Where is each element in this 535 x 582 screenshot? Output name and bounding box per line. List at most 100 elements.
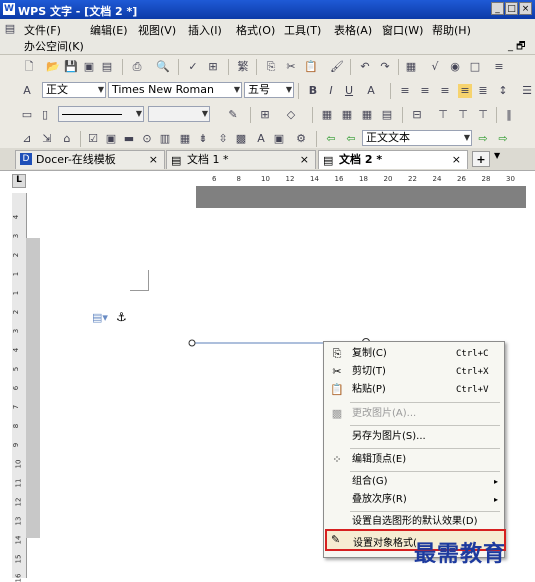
menu-insert[interactable]: 插入(I) xyxy=(188,22,222,38)
pdf-icon[interactable]: ▤ xyxy=(100,60,114,74)
menu-file[interactable]: 文件(F) xyxy=(24,22,61,38)
formula-icon[interactable]: √ xyxy=(428,60,442,74)
tab-stop-selector[interactable]: L xyxy=(12,174,26,188)
save-icon[interactable]: 💾 xyxy=(64,60,78,74)
align-left-icon[interactable]: ≡ xyxy=(398,84,412,98)
doc-menu-icon[interactable]: ▤ xyxy=(3,22,17,36)
menu-edit-points[interactable]: ⁘ 编辑顶点(E) xyxy=(324,451,504,469)
copy-toolbar-icon[interactable]: ⎘ xyxy=(264,60,278,74)
arrow-left-icon[interactable]: ⇦ xyxy=(324,132,338,146)
frame-icon[interactable]: □ xyxy=(468,60,482,74)
new-icon[interactable]: 🗋 xyxy=(22,60,36,74)
combobox-icon[interactable]: ▣ xyxy=(104,132,118,146)
line-spacing-icon[interactable]: ↕ xyxy=(496,84,510,98)
properties-icon[interactable]: ⚙ xyxy=(294,132,308,146)
font-size-combo[interactable]: 五号 ▼ xyxy=(244,82,294,98)
menu-paste[interactable]: 📋 粘贴(P) Ctrl+V xyxy=(324,381,504,399)
menu-copy[interactable]: ⎘ 复制(C) Ctrl+C xyxy=(324,345,504,363)
menu-help[interactable]: 帮助(H) xyxy=(432,22,471,38)
grid-tool-icon[interactable]: ▦ xyxy=(178,132,192,146)
line-color-icon[interactable]: ✎ xyxy=(226,108,240,122)
textbox-icon[interactable]: ▭ xyxy=(20,108,34,122)
table-grid4-icon[interactable]: ▤ xyxy=(380,108,394,122)
distribute-icon[interactable]: ≣ xyxy=(476,84,490,98)
italic-icon[interactable]: I xyxy=(324,84,338,98)
cols-icon[interactable]: ‖ xyxy=(502,108,516,122)
image-tool-icon[interactable]: ▩ xyxy=(234,132,248,146)
style-combo[interactable]: 正文 ▼ xyxy=(42,82,106,98)
format-painter-icon[interactable]: 🖌 xyxy=(330,60,344,74)
picture-icon[interactable]: ◉ xyxy=(448,60,462,74)
font-combo[interactable]: Times New Roman ▼ xyxy=(108,82,242,98)
redo-icon[interactable]: ↷ xyxy=(378,60,392,74)
arrow-left2-icon[interactable]: ⇦ xyxy=(344,132,358,146)
menu-window[interactable]: 窗口(W) xyxy=(382,22,423,38)
radio-icon[interactable]: ⊙ xyxy=(140,132,154,146)
label-tool-icon[interactable]: A xyxy=(254,132,268,146)
merge-icon[interactable]: ⊟ xyxy=(410,108,424,122)
underline-icon[interactable]: U xyxy=(342,84,356,98)
menu-group[interactable]: 组合(G) ▸ xyxy=(324,473,504,491)
scroll-icon[interactable]: ⇳ xyxy=(216,132,230,146)
close-button[interactable]: × xyxy=(519,2,532,15)
bold-icon[interactable]: B xyxy=(306,84,320,98)
line-shape[interactable] xyxy=(188,337,328,349)
edit-box-icon[interactable]: ▬ xyxy=(122,132,136,146)
close-tab-icon[interactable]: × xyxy=(452,151,461,169)
minimize-button[interactable]: _ xyxy=(491,2,504,15)
font-color-icon[interactable]: A xyxy=(364,84,378,98)
fill-icon[interactable]: ◇ xyxy=(284,108,298,122)
menu-table[interactable]: 表格(A) xyxy=(334,22,372,38)
comment-icon[interactable]: ⌂ xyxy=(60,132,74,146)
traditional-icon[interactable]: 繁 xyxy=(236,60,250,74)
menu-edit[interactable]: 编辑(E) xyxy=(90,22,128,38)
cut-toolbar-icon[interactable]: ✂ xyxy=(284,60,298,74)
split2-icon[interactable]: ⊤ xyxy=(456,108,470,122)
format-icon[interactable]: ⊞ xyxy=(206,60,220,74)
close-tab-icon[interactable]: × xyxy=(300,151,309,169)
table-grid3-icon[interactable]: ▦ xyxy=(360,108,374,122)
print-preview-icon[interactable]: 🔍 xyxy=(156,60,170,74)
save-as-icon[interactable]: ▣ xyxy=(82,60,96,74)
menu-cut[interactable]: ✂ 剪切(T) Ctrl+X xyxy=(324,363,504,381)
line-weight-combo[interactable]: ▼ xyxy=(148,106,210,122)
anchor-icon[interactable]: ⚓ xyxy=(116,310,127,324)
tab-list-icon[interactable]: ▼ xyxy=(494,151,500,160)
line-style-combo[interactable]: ▼ xyxy=(58,106,144,122)
mdi-window-buttons[interactable]: _ 🗗 xyxy=(508,39,526,56)
paste-options-icon[interactable]: ▤▾ xyxy=(92,311,108,324)
vertical-ruler[interactable]: 4 3 2 1 1 2 3 4 5 6 7 8 9 10 11 12 13 14 15 16 xyxy=(12,193,27,582)
table-icon[interactable]: ▦ xyxy=(404,60,418,74)
listbox-icon[interactable]: ▥ xyxy=(158,132,172,146)
table-grid-icon[interactable]: ▦ xyxy=(320,108,334,122)
new-tab-button[interactable]: + xyxy=(472,151,490,167)
checkbox-icon[interactable]: ☑ xyxy=(86,132,100,146)
align-center-icon[interactable]: ≡ xyxy=(418,84,432,98)
border-icon[interactable]: ⊞ xyxy=(258,108,272,122)
split3-icon[interactable]: ⊤ xyxy=(476,108,490,122)
split-icon[interactable]: ⊤ xyxy=(436,108,450,122)
arrow-right-icon[interactable]: ⇨ xyxy=(476,132,490,146)
menu-save-as-picture[interactable]: 另存为图片(S)... xyxy=(324,428,504,446)
text-style-combo[interactable]: 正文文本 ▼ xyxy=(362,130,472,146)
undo-icon[interactable]: ↶ xyxy=(358,60,372,74)
print-icon[interactable]: ⎙ xyxy=(130,60,144,74)
paste-toolbar-icon[interactable]: 📋 xyxy=(304,60,318,74)
arrow-right2-icon[interactable]: ⇨ xyxy=(496,132,510,146)
menu-office-space[interactable]: 办公空间(K) xyxy=(24,38,84,54)
menu-format[interactable]: 格式(O) xyxy=(236,22,275,38)
bullets-icon[interactable]: ☰ xyxy=(520,84,534,98)
menu-tools[interactable]: 工具(T) xyxy=(284,22,321,38)
menu-order[interactable]: 叠放次序(R) ▸ xyxy=(324,491,504,509)
link-icon[interactable]: ⇲ xyxy=(40,132,54,146)
columns-icon[interactable]: ≡ xyxy=(492,60,506,74)
restore-button[interactable]: □ xyxy=(505,2,518,15)
align-right-icon[interactable]: ≡ xyxy=(438,84,452,98)
spell-icon[interactable]: ✓ xyxy=(186,60,200,74)
tab-doc2[interactable]: ▤ 文档 2 * × xyxy=(318,150,468,169)
table-grid2-icon[interactable]: ▦ xyxy=(340,108,354,122)
spin-icon[interactable]: ⇟ xyxy=(196,132,210,146)
frame-tool-icon[interactable]: ▯ xyxy=(38,108,52,122)
close-tab-icon[interactable]: × xyxy=(149,151,158,169)
frame2-icon[interactable]: ▣ xyxy=(272,132,286,146)
